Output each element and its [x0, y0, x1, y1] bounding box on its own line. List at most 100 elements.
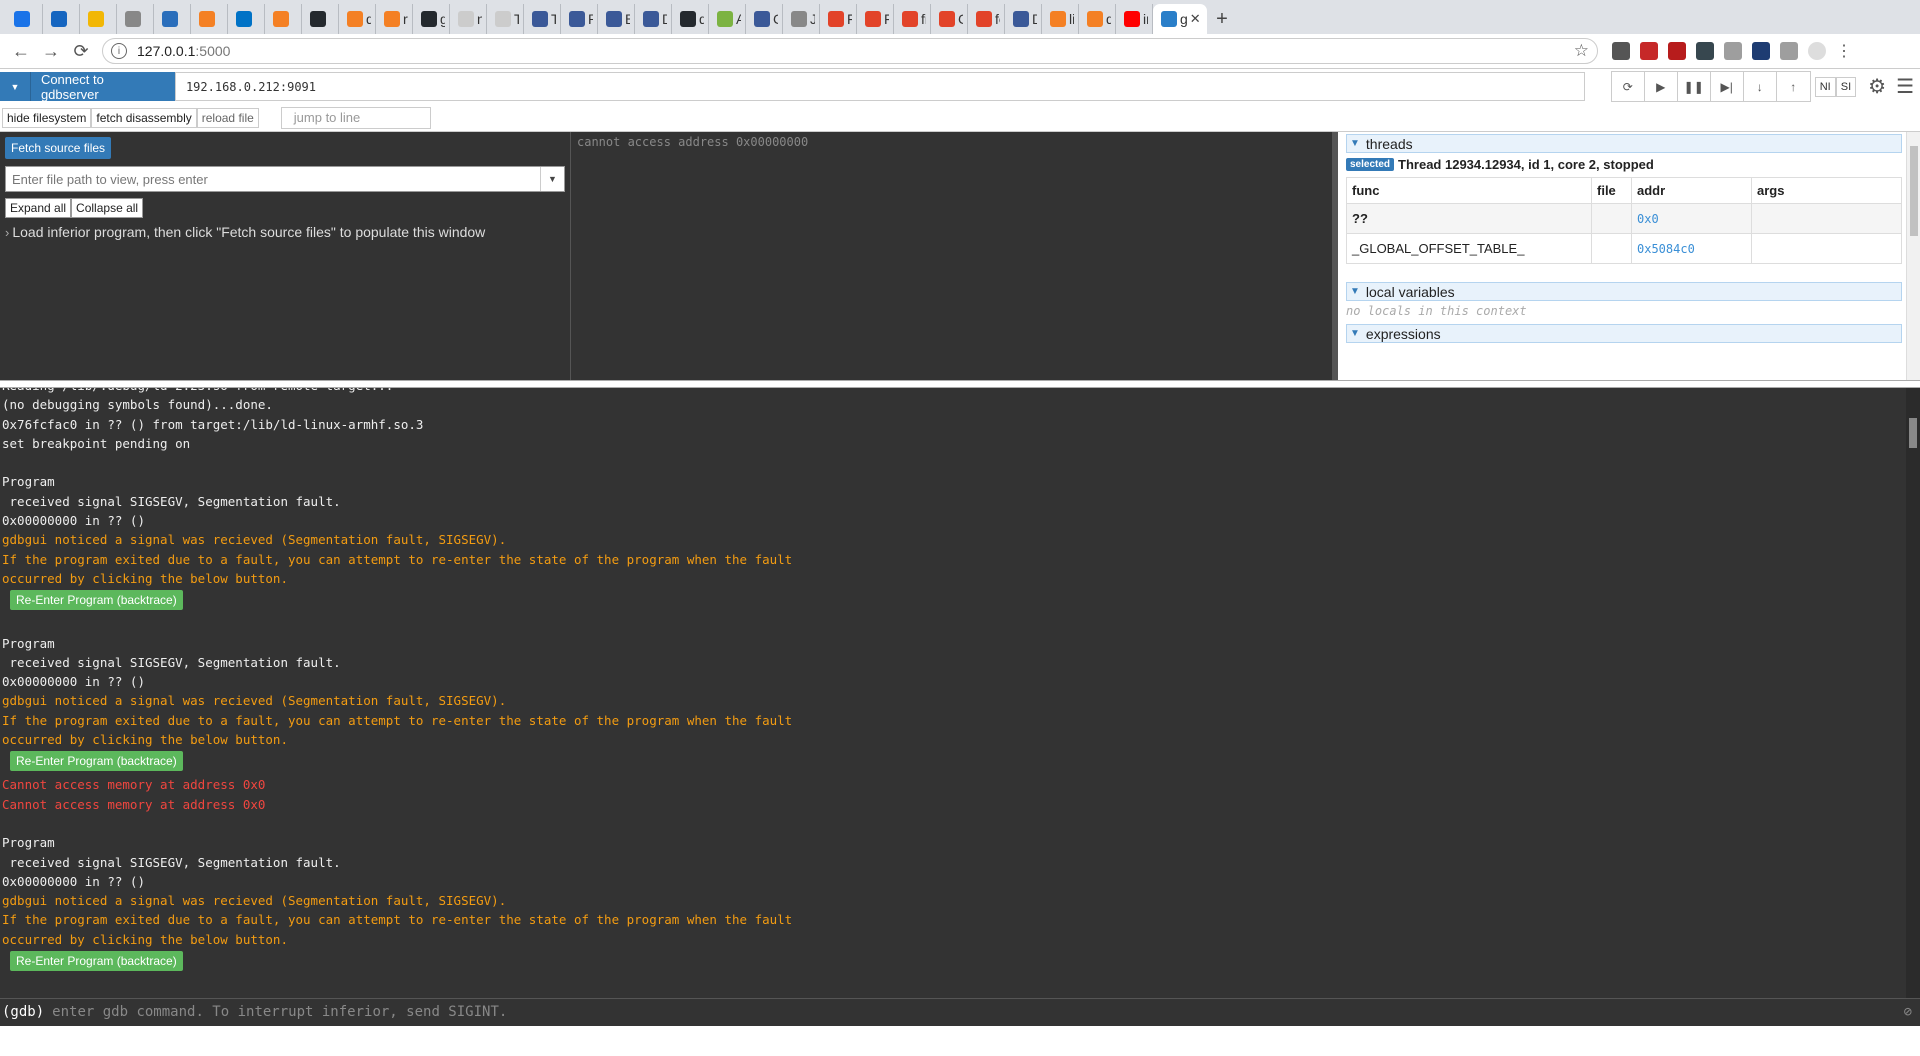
info-icon[interactable]: i [111, 43, 127, 59]
browser-tab[interactable] [302, 4, 339, 34]
expand-all-button[interactable]: Expand all [5, 198, 72, 218]
connect-dropdown-caret-icon[interactable]: ▼ [0, 72, 30, 101]
chevron-right-icon[interactable]: › [5, 225, 9, 240]
browser-tab[interactable]: Ag [709, 4, 746, 34]
browser-tab[interactable] [80, 4, 117, 34]
browser-tab[interactable]: Tar [524, 4, 561, 34]
restart-icon[interactable]: ⟳ [1612, 72, 1645, 101]
address-bar[interactable]: i 127.0.0.1:5000 ☆ [102, 38, 1598, 64]
locals-section-header[interactable]: ▼ local variables [1346, 282, 1902, 301]
browser-tab[interactable]: linu [1042, 4, 1079, 34]
extension-book-icon[interactable] [1696, 42, 1714, 60]
gdb-command-input[interactable]: enter gdb command. To interrupt inferior… [52, 1003, 507, 1022]
browser-tab[interactable]: Cor [931, 4, 968, 34]
tab-favicon-icon [51, 11, 67, 27]
tab-favicon-icon [976, 11, 992, 27]
step-into-icon[interactable]: ↓ [1744, 72, 1777, 101]
browser-tab[interactable]: Rsy [561, 4, 598, 34]
gdb-command-bar[interactable]: (gdb) enter gdb command. To interrupt in… [0, 998, 1920, 1026]
browser-tab[interactable]: File [820, 4, 857, 34]
microphone-icon[interactable] [1752, 42, 1770, 60]
browser-tab[interactable]: fed [968, 4, 1005, 34]
frame-row[interactable]: _GLOBAL_OFFSET_TABLE_ 0x5084c0 [1346, 233, 1902, 264]
tab-favicon-icon [125, 11, 141, 27]
browser-tab[interactable]: Dov [1005, 4, 1042, 34]
chevron-down-icon[interactable]: ▼ [540, 167, 564, 191]
forward-arrow-icon[interactable]: → [36, 36, 66, 66]
hide-filesystem-button[interactable]: hide filesystem [2, 107, 92, 128]
reload-icon[interactable]: ⟳ [66, 36, 96, 66]
browser-tab[interactable]: fixe [894, 4, 931, 34]
hamburger-menu-icon[interactable]: ☰ [1896, 74, 1914, 99]
browser-tab[interactable]: File [857, 4, 894, 34]
step-over-icon[interactable]: ▶| [1711, 72, 1744, 101]
step-out-icon[interactable]: ↑ [1777, 72, 1810, 101]
close-tab-icon[interactable]: ✕ [1190, 11, 1201, 27]
step-instruction-button[interactable]: SI [1835, 76, 1857, 97]
browser-menu-icon[interactable]: ⋮ [1836, 41, 1852, 61]
fetch-disassembly-button[interactable]: fetch disassembly [91, 107, 197, 128]
browser-tab[interactable]: doc [672, 4, 709, 34]
tab-title: deb [1106, 11, 1111, 27]
browser-tab[interactable]: nan [450, 4, 487, 34]
extension-badge-icon[interactable] [1640, 42, 1658, 60]
browser-tab[interactable] [191, 4, 228, 34]
tab-title: intr [1143, 11, 1148, 27]
extension-image-icon[interactable] [1780, 42, 1798, 60]
collapse-all-button[interactable]: Collapse all [71, 198, 144, 218]
tab-favicon-icon [1013, 11, 1029, 27]
browser-tab[interactable]: gst [413, 4, 450, 34]
profile-avatar-icon[interactable] [1808, 42, 1826, 60]
new-tab-icon[interactable]: + [1207, 4, 1237, 34]
console-line: Reading /lib/.debug/ld-2.23.so from remo… [2, 388, 1920, 395]
gdbserver-address-input[interactable]: 192.168.0.212:9091 [174, 72, 1585, 101]
tab-favicon-icon [865, 11, 881, 27]
frame-addr-link[interactable]: 0x0 [1631, 203, 1752, 234]
browser-tab[interactable] [228, 4, 265, 34]
back-arrow-icon[interactable]: ← [6, 36, 36, 66]
reenter-program-button[interactable]: Re-Enter Program (backtrace) [10, 951, 183, 972]
threads-section-header[interactable]: ▼ threads [1346, 134, 1902, 153]
browser-tab[interactable] [6, 4, 43, 34]
browser-tab-active[interactable]: g ✕ [1153, 4, 1207, 34]
reload-file-button[interactable]: reload file [196, 107, 259, 128]
browser-tab[interactable] [265, 4, 302, 34]
tab-title: The [514, 11, 519, 27]
browser-tab[interactable]: Bui [598, 4, 635, 34]
browser-tab[interactable]: The [487, 4, 524, 34]
browser-tab[interactable] [117, 4, 154, 34]
browser-tab[interactable]: deb [339, 4, 376, 34]
extension-chat-icon[interactable] [1724, 42, 1742, 60]
connect-gdbserver-button[interactable]: Connect to gdbserver [29, 72, 175, 102]
next-instruction-button[interactable]: NI [1814, 76, 1836, 97]
extension-shield-icon[interactable] [1612, 42, 1630, 60]
bookmark-star-icon[interactable]: ☆ [1574, 41, 1589, 61]
clear-console-icon[interactable]: ⊘ [1904, 1003, 1912, 1022]
continue-icon[interactable]: ▶ [1645, 72, 1678, 101]
gear-icon[interactable]: ⚙ [1868, 74, 1886, 99]
pause-icon[interactable]: ❚❚ [1678, 72, 1711, 101]
frame-row[interactable]: ?? 0x0 [1346, 203, 1902, 234]
browser-tab[interactable] [154, 4, 191, 34]
browser-tab[interactable]: deb [1079, 4, 1116, 34]
expressions-section-header[interactable]: ▼ expressions [1346, 324, 1902, 343]
browser-tab[interactable]: rtsp [376, 4, 413, 34]
locals-title: local variables [1365, 283, 1455, 300]
reenter-program-button[interactable]: Re-Enter Program (backtrace) [10, 751, 183, 772]
pane-resize-handle[interactable] [0, 380, 1920, 388]
browser-tab[interactable]: JSC [783, 4, 820, 34]
file-path-input[interactable]: Enter file path to view, press enter ▼ [5, 166, 565, 192]
reenter-program-button[interactable]: Re-Enter Program (backtrace) [10, 590, 183, 611]
browser-tab[interactable]: intr [1116, 4, 1153, 34]
extension-ublock-icon[interactable] [1668, 42, 1686, 60]
console-scrollbar[interactable] [1906, 388, 1920, 1026]
frame-addr-link[interactable]: 0x5084c0 [1631, 233, 1752, 264]
browser-tab[interactable] [43, 4, 80, 34]
jump-to-line-input[interactable]: jump to line [280, 106, 431, 129]
fetch-source-files-button[interactable]: Fetch source files [5, 137, 112, 159]
browser-tab[interactable]: Cor [746, 4, 783, 34]
tab-favicon-icon [495, 11, 511, 27]
browser-tab[interactable]: Dov [635, 4, 672, 34]
sidebar-scrollbar[interactable] [1906, 132, 1920, 380]
